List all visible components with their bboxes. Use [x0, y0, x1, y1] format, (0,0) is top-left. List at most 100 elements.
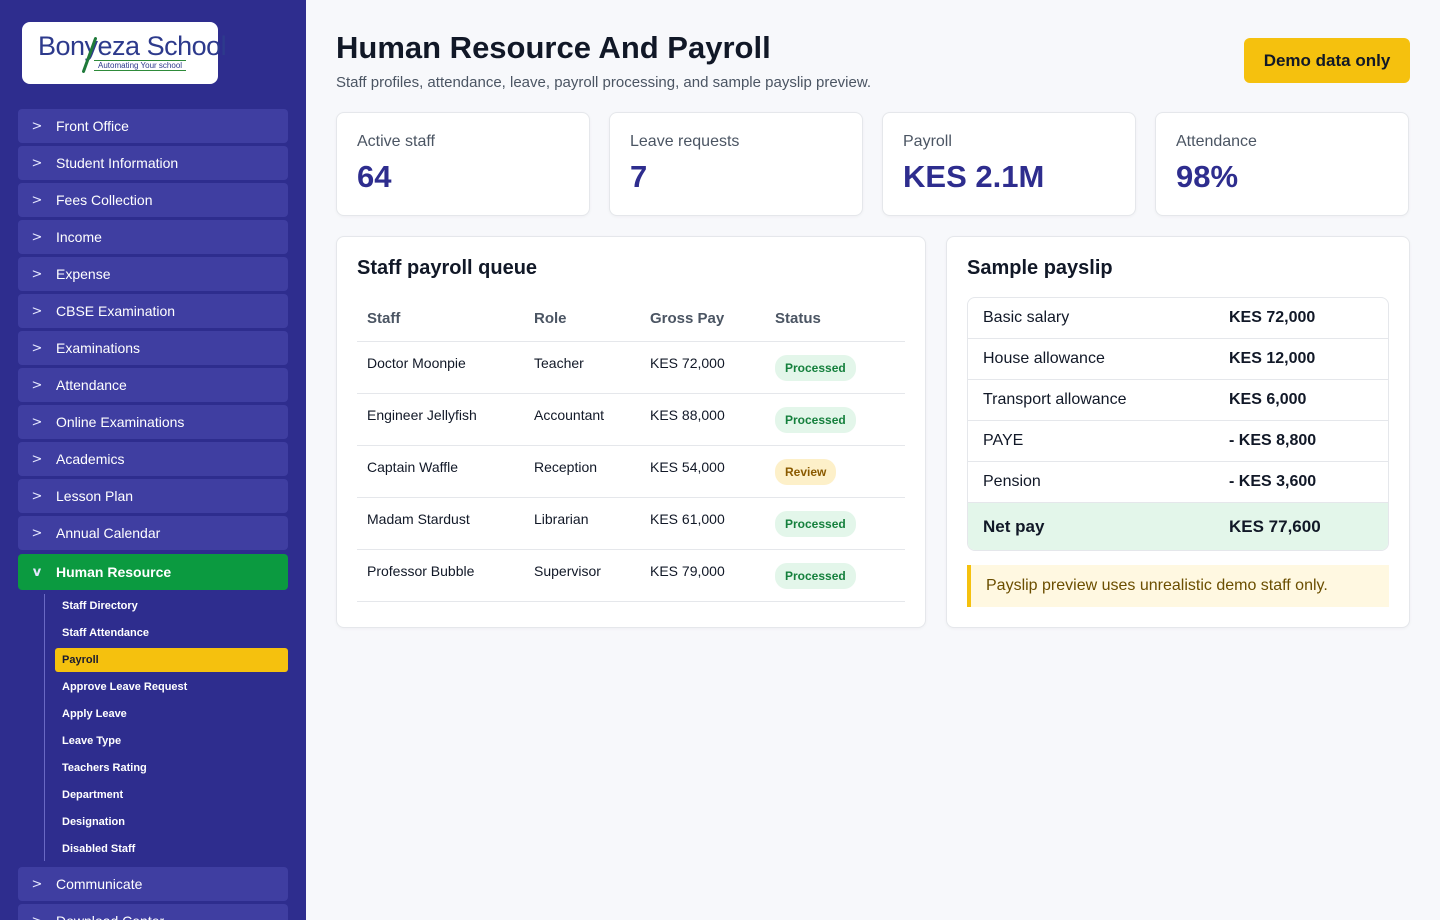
- sidebar-item-cbse-examination[interactable]: > CBSE Examination: [18, 294, 288, 328]
- table-row[interactable]: Captain Waffle Reception KES 54,000 Review: [357, 445, 905, 498]
- chevron-right-icon: >: [31, 266, 43, 282]
- staff-name: Professor Bubble: [357, 549, 524, 602]
- sidebar: Bonyeza School Automating Your school > F…: [0, 0, 306, 920]
- submenu-item-teachers-rating[interactable]: Teachers Rating: [55, 756, 288, 780]
- status-cell: Processed: [765, 393, 905, 446]
- gross-pay: KES 79,000: [640, 549, 765, 602]
- sidebar-item-lesson-plan[interactable]: > Lesson Plan: [18, 479, 288, 513]
- payslip-row-house-allowance: House allowance KES 12,000: [968, 339, 1388, 380]
- payslip-label: Transport allowance: [983, 391, 1127, 408]
- sidebar-item-label: Fees Collection: [56, 192, 153, 208]
- sidebar-item-label: Communicate: [56, 876, 143, 892]
- status-badge: Processed: [775, 406, 856, 433]
- submenu-item-approve-leave-request[interactable]: Approve Leave Request: [55, 675, 288, 699]
- chevron-right-icon: >: [31, 192, 43, 208]
- submenu-item-leave-type[interactable]: Leave Type: [55, 729, 288, 753]
- stat-value: KES 2.1M: [903, 159, 1045, 194]
- chevron-right-icon: >: [31, 488, 43, 504]
- status-cell: Processed: [765, 497, 905, 550]
- payslip-value: KES 72,000: [1229, 309, 1316, 326]
- chevron-right-icon: >: [31, 414, 43, 430]
- sidebar-item-label: Student Information: [56, 155, 179, 171]
- payslip-value: KES 12,000: [1229, 350, 1316, 367]
- sidebar-item-human-resource[interactable]: v Human Resource: [18, 554, 288, 590]
- table-row[interactable]: Engineer Jellyfish Accountant KES 88,000 Pr…: [357, 393, 905, 446]
- gross-pay: KES 54,000: [640, 445, 765, 498]
- submenu-item-staff-attendance[interactable]: Staff Attendance: [55, 621, 288, 645]
- table-row[interactable]: Professor Bubble Supervisor KES 79,000 Proc…: [357, 549, 905, 602]
- payslip-label: PAYE: [983, 432, 1024, 449]
- column-header-gross-pay: Gross Pay: [640, 297, 765, 342]
- payslip-card: Sample payslip Basic salary KES 72,000 Hou…: [946, 236, 1410, 628]
- sidebar-item-attendance[interactable]: > Attendance: [18, 368, 288, 402]
- sidebar-item-examinations[interactable]: > Examinations: [18, 331, 288, 365]
- logo-tagline: Automating Your school: [94, 60, 187, 71]
- sidebar-nav: > Front Office > Student Information > Fees C…: [18, 109, 288, 920]
- submenu-item-designation[interactable]: Designation: [55, 810, 288, 834]
- chevron-right-icon: >: [31, 118, 43, 134]
- submenu-item-apply-leave[interactable]: Apply Leave: [55, 702, 288, 726]
- demo-data-button[interactable]: Demo data only: [1244, 38, 1410, 83]
- stat-cards: Active staff 64 Leave requests 7 Payroll KES …: [336, 112, 1410, 216]
- page-subtitle: Staff profiles, attendance, leave, payro…: [336, 74, 872, 91]
- chevron-right-icon: >: [31, 155, 43, 171]
- payslip-title: Sample payslip: [967, 257, 1113, 279]
- payroll-table: Staff Role Gross Pay Status Doctor Moonpie T…: [357, 297, 905, 602]
- stat-card-payroll: Payroll KES 2.1M: [882, 112, 1136, 216]
- sidebar-item-communicate[interactable]: > Communicate: [18, 867, 288, 901]
- table-row[interactable]: Madam Stardust Librarian KES 61,000 Process…: [357, 497, 905, 550]
- submenu-item-disabled-staff[interactable]: Disabled Staff: [55, 837, 288, 861]
- chevron-right-icon: >: [31, 876, 43, 892]
- stat-card-attendance: Attendance 98%: [1155, 112, 1409, 216]
- sidebar-item-label: Attendance: [56, 377, 127, 393]
- status-cell: Review: [765, 445, 905, 498]
- submenu-item-department[interactable]: Department: [55, 783, 288, 807]
- sidebar-item-income[interactable]: > Income: [18, 220, 288, 254]
- status-cell: Processed: [765, 549, 905, 602]
- chevron-right-icon: >: [31, 303, 43, 319]
- sidebar-item-student-information[interactable]: > Student Information: [18, 146, 288, 180]
- submenu-item-payroll[interactable]: Payroll: [55, 648, 288, 672]
- school-logo[interactable]: Bonyeza School Automating Your school: [22, 22, 227, 84]
- stat-card-active-staff: Active staff 64: [336, 112, 590, 216]
- sidebar-item-label: Expense: [56, 266, 111, 282]
- column-header-role: Role: [524, 297, 640, 342]
- payslip-note: Payslip preview uses unrealistic demo st…: [967, 565, 1389, 607]
- sidebar-item-label: Lesson Plan: [56, 488, 134, 504]
- column-header-staff: Staff: [357, 297, 524, 342]
- sidebar-item-front-office[interactable]: > Front Office: [18, 109, 288, 143]
- table-row[interactable]: Doctor Moonpie Teacher KES 72,000 Processed: [357, 341, 905, 394]
- payslip-value: - KES 3,600: [1229, 473, 1317, 490]
- payslip-value: KES 6,000: [1229, 391, 1307, 408]
- column-header-status: Status: [765, 297, 905, 342]
- status-badge: Processed: [775, 562, 856, 589]
- stat-label: Active staff: [357, 133, 435, 150]
- chevron-down-icon: v: [32, 564, 42, 580]
- payslip-row-pension: Pension - KES 3,600: [968, 462, 1388, 503]
- sidebar-item-label: Front Office: [56, 118, 129, 134]
- gross-pay: KES 61,000: [640, 497, 765, 550]
- payslip-table: Basic salary KES 72,000 House allowance KES…: [967, 297, 1389, 551]
- payslip-label: House allowance: [983, 350, 1105, 367]
- sidebar-item-label: Online Examinations: [56, 414, 185, 430]
- submenu-item-staff-directory[interactable]: Staff Directory: [55, 594, 288, 618]
- chevron-right-icon: >: [18, 914, 56, 920]
- payslip-row-transport-allowance: Transport allowance KES 6,000: [968, 380, 1388, 421]
- sidebar-item-online-examinations[interactable]: > Online Examinations: [18, 405, 288, 439]
- sidebar-item-annual-calendar[interactable]: > Annual Calendar: [18, 516, 288, 550]
- sidebar-item-download-center[interactable]: >Download Center: [18, 904, 288, 920]
- payslip-row-paye: PAYE - KES 8,800: [968, 421, 1388, 462]
- stat-label: Attendance: [1176, 133, 1257, 150]
- page-title: Human Resource And Payroll: [336, 30, 771, 65]
- payroll-queue-title: Staff payroll queue: [357, 257, 538, 279]
- sidebar-item-expense[interactable]: > Expense: [18, 257, 288, 291]
- sidebar-item-label: Human Resource: [56, 564, 172, 580]
- sidebar-item-fees-collection[interactable]: > Fees Collection: [18, 183, 288, 217]
- staff-name: Captain Waffle: [357, 445, 524, 498]
- staff-name: Doctor Moonpie: [357, 341, 524, 394]
- staff-role: Librarian: [524, 497, 640, 550]
- gross-pay: KES 72,000: [640, 341, 765, 394]
- sidebar-item-academics[interactable]: > Academics: [18, 442, 288, 476]
- chevron-right-icon: >: [31, 377, 43, 393]
- stat-value: 98%: [1176, 159, 1239, 194]
